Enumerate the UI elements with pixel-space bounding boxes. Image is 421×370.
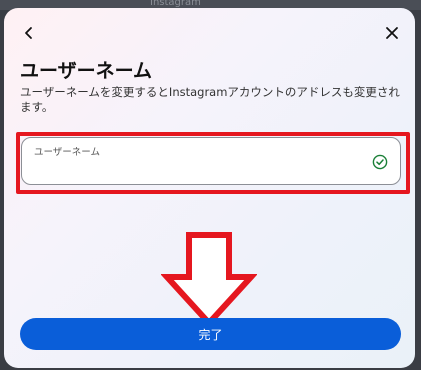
back-button[interactable] xyxy=(18,22,40,44)
down-arrow-icon xyxy=(161,232,257,328)
close-button[interactable] xyxy=(381,22,403,44)
annotation-highlight-box xyxy=(16,132,410,194)
dialog-description: ユーザーネームを変更するとInstagramアカウントのアドレスも変更されます。 xyxy=(20,85,400,114)
chevron-left-icon xyxy=(25,27,32,39)
close-icon xyxy=(386,27,398,39)
background-tab-text: Instagram xyxy=(150,0,201,8)
done-button[interactable]: 完了 xyxy=(20,318,401,350)
dialog-title: ユーザーネーム xyxy=(20,60,153,82)
username-dialog: ユーザーネーム ユーザーネームを変更するとInstagramアカウントのアドレス… xyxy=(4,8,415,368)
